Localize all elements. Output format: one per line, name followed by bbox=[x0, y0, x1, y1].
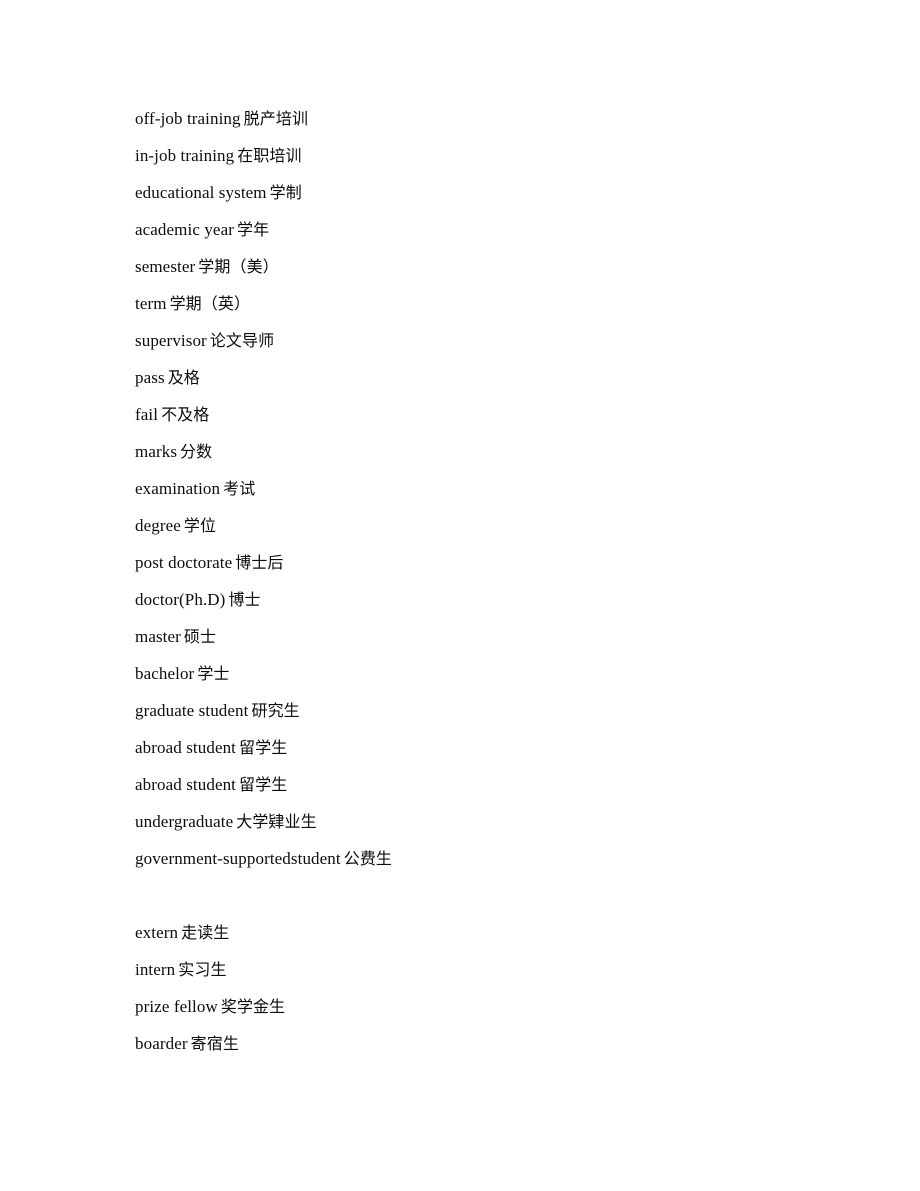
entry-term: intern bbox=[135, 960, 176, 979]
entry-gloss: 学期（英） bbox=[169, 294, 251, 313]
entry-term: post doctorate bbox=[135, 553, 233, 572]
entry-gloss: 走读生 bbox=[181, 923, 230, 942]
entry-term: abroad student bbox=[135, 775, 237, 794]
entry-gloss: 大学肄业生 bbox=[236, 812, 317, 831]
entry-term: educational system bbox=[135, 183, 267, 202]
glossary-entry: in-job training 在职培训 bbox=[135, 137, 860, 174]
entry-gloss: 及格 bbox=[167, 368, 200, 387]
entry-term: pass bbox=[135, 368, 165, 387]
glossary-entry: examination 考试 bbox=[135, 470, 860, 507]
entry-term: examination bbox=[135, 479, 221, 498]
entry-term: undergraduate bbox=[135, 812, 234, 831]
entry-term: degree bbox=[135, 516, 181, 535]
glossary-entry: off-job training 脱产培训 bbox=[135, 100, 860, 137]
entry-term: off-job training bbox=[135, 109, 241, 128]
entry-term: in-job training bbox=[135, 146, 235, 165]
glossary-entry: extern 走读生 bbox=[135, 914, 860, 951]
entry-gloss: 学制 bbox=[269, 183, 302, 202]
glossary-entry: master 硕士 bbox=[135, 618, 860, 655]
glossary-entry: intern 实习生 bbox=[135, 951, 860, 988]
entry-gloss: 留学生 bbox=[239, 738, 288, 757]
glossary-entry: prize fellow 奖学金生 bbox=[135, 988, 860, 1025]
entry-gloss: 脱产培训 bbox=[243, 109, 309, 128]
entry-term: prize fellow bbox=[135, 997, 218, 1016]
glossary-entry: graduate student 研究生 bbox=[135, 692, 860, 729]
entry-gloss: 博士后 bbox=[235, 553, 284, 572]
glossary-entry: supervisor 论文导师 bbox=[135, 322, 860, 359]
glossary-entry: bachelor 学士 bbox=[135, 655, 860, 692]
glossary-entry: boarder 寄宿生 bbox=[135, 1025, 860, 1062]
entry-term: academic year bbox=[135, 220, 234, 239]
entry-term: semester bbox=[135, 257, 196, 276]
glossary-entry: abroad student 留学生 bbox=[135, 729, 860, 766]
entry-term: doctor(Ph.D) bbox=[135, 590, 226, 609]
entry-gloss: 论文导师 bbox=[209, 331, 275, 350]
entry-term: term bbox=[135, 294, 167, 313]
glossary-entry: semester 学期（美） bbox=[135, 248, 860, 285]
entry-gloss: 分数 bbox=[180, 442, 213, 461]
document-page: off-job training 脱产培训 in-job training 在职培训 e… bbox=[0, 0, 920, 1191]
entry-term: boarder bbox=[135, 1034, 188, 1053]
glossary-entry: undergraduate 大学肄业生 bbox=[135, 803, 860, 840]
entry-gloss: 学士 bbox=[197, 664, 230, 683]
entry-gloss: 学年 bbox=[236, 220, 270, 239]
glossary-entry: term 学期（英） bbox=[135, 285, 860, 322]
glossary-entry: post doctorate 博士后 bbox=[135, 544, 860, 581]
entry-term: marks bbox=[135, 442, 178, 461]
glossary-entry: fail 不及格 bbox=[135, 396, 860, 433]
entry-term: master bbox=[135, 627, 181, 646]
entry-term: supervisor bbox=[135, 331, 207, 350]
entry-gloss: 考试 bbox=[223, 479, 256, 498]
entry-gloss: 公费生 bbox=[343, 849, 393, 868]
entry-term: extern bbox=[135, 923, 179, 942]
glossary-list: off-job training 脱产培训 in-job training 在职培训 e… bbox=[135, 100, 860, 1062]
entry-term: graduate student bbox=[135, 701, 249, 720]
entry-gloss: 博士 bbox=[228, 590, 261, 609]
glossary-entry: degree 学位 bbox=[135, 507, 860, 544]
entry-gloss: 寄宿生 bbox=[190, 1034, 239, 1053]
glossary-entry: marks 分数 bbox=[135, 433, 860, 470]
glossary-entry: doctor(Ph.D) 博士 bbox=[135, 581, 860, 618]
entry-gloss: 学位 bbox=[183, 516, 217, 535]
entry-gloss: 奖学金生 bbox=[220, 997, 286, 1016]
entry-gloss: 不及格 bbox=[161, 405, 210, 424]
entry-gloss: 研究生 bbox=[251, 701, 300, 720]
entry-gloss: 学期（美） bbox=[198, 257, 279, 276]
entry-gloss: 硕士 bbox=[183, 627, 217, 646]
entry-term: government-supportedstudent bbox=[135, 849, 341, 868]
glossary-entry: academic year 学年 bbox=[135, 211, 860, 248]
glossary-entry: pass 及格 bbox=[135, 359, 860, 396]
entry-term: abroad student bbox=[135, 738, 237, 757]
entry-gloss: 在职培训 bbox=[237, 146, 302, 165]
glossary-entry: abroad student 留学生 bbox=[135, 766, 860, 803]
entry-term: bachelor bbox=[135, 664, 195, 683]
glossary-entry: educational system 学制 bbox=[135, 174, 860, 211]
entry-term: fail bbox=[135, 405, 159, 424]
entry-gloss: 实习生 bbox=[178, 960, 227, 979]
glossary-entry: government-supportedstudent 公费生 bbox=[135, 840, 860, 877]
entry-gloss: 留学生 bbox=[239, 775, 288, 794]
